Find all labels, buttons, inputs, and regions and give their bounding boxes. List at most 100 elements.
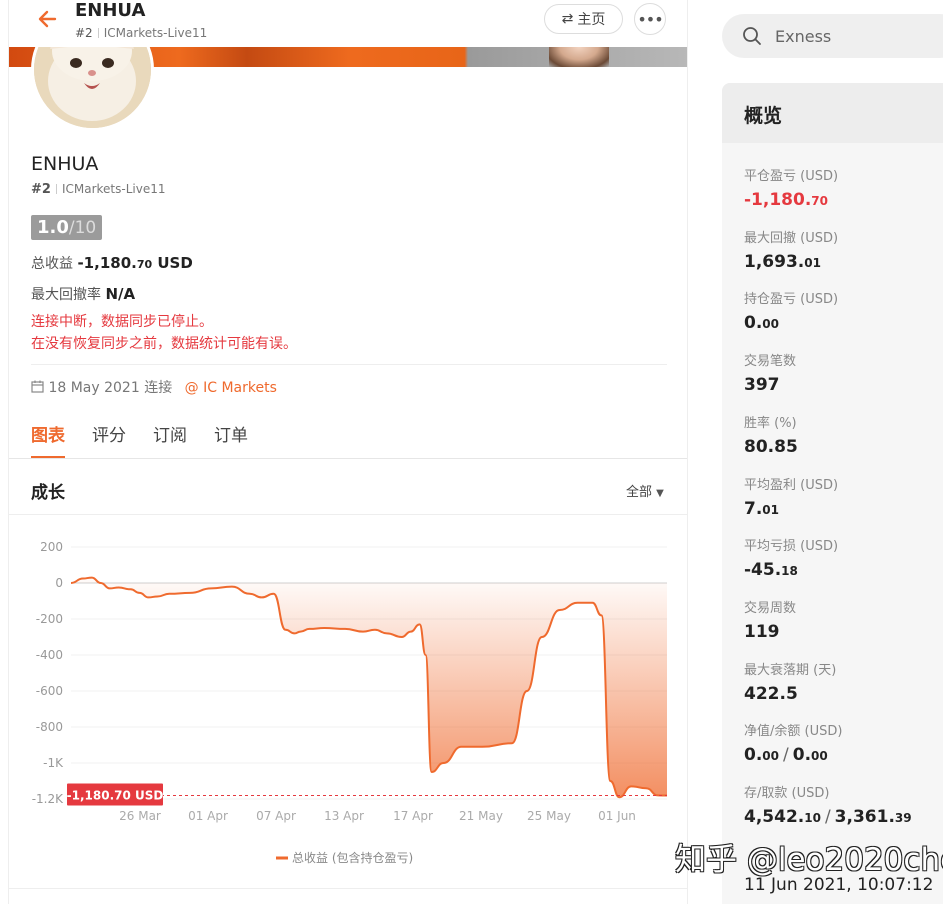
overview-stat: 持仓盈亏 (USD) 0.00 bbox=[744, 288, 838, 333]
stat-value: -45.18 bbox=[744, 560, 798, 581]
max-drawdown-label: 最大回撤率 bbox=[31, 287, 101, 303]
topbar-rank: #2 bbox=[75, 26, 93, 40]
total-return-line: 总收益 -1,180.70 USD bbox=[31, 253, 193, 273]
caret-down-icon: ▼ bbox=[656, 488, 664, 499]
stat-label: 交易周数 bbox=[744, 600, 797, 616]
x-tick-label: 07 Apr bbox=[256, 809, 296, 823]
legend-label: 总收益 (包含持仓盈亏) bbox=[292, 850, 413, 865]
search-icon bbox=[742, 26, 762, 46]
overview-stat: 最大衰落期 (天) 422.5 bbox=[744, 659, 836, 704]
banner-photo bbox=[549, 47, 609, 67]
x-tick-label: 17 Apr bbox=[393, 809, 433, 823]
stat-label: 持仓盈亏 (USD) bbox=[744, 292, 839, 308]
y-tick-label: -400 bbox=[36, 648, 63, 662]
topbar-server: ICMarkets-Live11 bbox=[103, 26, 208, 40]
overview-stat: 平仓盈亏 (USD) -1,180.70 bbox=[744, 165, 838, 210]
time-range-dropdown[interactable]: 全部 ▼ bbox=[626, 481, 664, 500]
stat-value: 80.85 bbox=[744, 436, 798, 457]
growth-section-title: 成长 bbox=[31, 483, 65, 503]
y-tick-label: 200 bbox=[40, 540, 63, 554]
overview-panel: 概览 平仓盈亏 (USD) -1,180.70 最大回撤 (USD) 1,693.01… bbox=[722, 83, 943, 904]
overview-stat: 净值/余额 (USD) 0.00/0.00 bbox=[744, 720, 842, 765]
stat-label: 平均盈利 (USD) bbox=[744, 477, 839, 493]
home-button[interactable]: ⇄ 主页 bbox=[544, 4, 623, 34]
back-arrow-icon[interactable] bbox=[35, 6, 61, 32]
stat-label: 胜率 (%) bbox=[744, 415, 797, 431]
tab-subscribe[interactable]: 订阅 bbox=[153, 421, 187, 459]
total-return-label: 总收益 bbox=[31, 256, 73, 272]
stat-value: 1,693.01 bbox=[744, 251, 821, 272]
overview-title: 概览 bbox=[722, 83, 943, 143]
stat-label: 平仓盈亏 (USD) bbox=[744, 169, 839, 184]
score-max: /10 bbox=[68, 218, 97, 238]
y-tick-label: -800 bbox=[36, 720, 63, 734]
score-badge: 1.0/10 bbox=[31, 215, 103, 240]
more-options-icon[interactable]: ••• bbox=[634, 3, 666, 35]
time-range-value: 全部 bbox=[626, 485, 653, 500]
overview-stat: 平均盈利 (USD) 7.01 bbox=[744, 474, 838, 519]
x-tick-label: 25 May bbox=[527, 809, 571, 823]
overview-stat: 平均亏损 (USD) -45.18 bbox=[744, 535, 838, 580]
max-drawdown-line: 最大回撤率 N/A bbox=[31, 284, 135, 304]
total-return-dec: 70 bbox=[136, 258, 153, 271]
x-tick-label: 26 Mar bbox=[119, 809, 161, 823]
tab-orders[interactable]: 订单 bbox=[214, 421, 248, 459]
broker-link[interactable]: @ IC Markets bbox=[185, 380, 277, 396]
y-tick-label: -1.2K bbox=[32, 792, 64, 806]
tab-chart[interactable]: 图表 bbox=[31, 421, 65, 459]
divider bbox=[97, 28, 99, 38]
connection-info: 18 May 2021 连接 @ IC Markets bbox=[31, 377, 277, 397]
divider bbox=[9, 458, 687, 459]
x-tick-label: 01 Apr bbox=[188, 809, 228, 823]
stat-value: 119 bbox=[744, 621, 780, 642]
y-tick-label: -200 bbox=[36, 612, 63, 626]
series-area bbox=[71, 577, 667, 798]
connected-date: 18 May 2021 连接 bbox=[48, 380, 173, 396]
score-value: 1.0 bbox=[37, 217, 69, 238]
stat-label: 净值/余额 (USD) bbox=[744, 724, 843, 740]
divider bbox=[31, 364, 667, 365]
x-tick-label: 01 Jun bbox=[598, 809, 636, 823]
y-tick-label: -600 bbox=[36, 684, 63, 698]
search-value: Exness bbox=[775, 27, 832, 46]
total-return-value: -1,180.70 USD bbox=[77, 254, 192, 272]
growth-chart: 200 0 -200 -400 -600 -800 -1K -1.2K -1,180.70 US… bbox=[32, 540, 668, 865]
stat-value: 0.00 bbox=[744, 313, 779, 334]
divider bbox=[9, 888, 687, 889]
stat-label: 存/取款 (USD) bbox=[744, 786, 830, 801]
divider bbox=[55, 184, 57, 194]
stat-value: 7.01 bbox=[744, 498, 779, 519]
y-tick-label: -1K bbox=[43, 756, 64, 770]
home-button-label: 主页 bbox=[577, 12, 606, 28]
trader-rank: #2 bbox=[31, 182, 51, 197]
search-input[interactable]: Exness bbox=[722, 14, 943, 58]
stat-value: -1,180.70 bbox=[744, 190, 828, 210]
trader-server: ICMarkets-Live11 bbox=[61, 182, 166, 196]
stat-value: 422.5 bbox=[744, 683, 798, 704]
max-drawdown-value: N/A bbox=[105, 285, 136, 303]
sync-warning-line2: 在没有恢复同步之前，数据统计可能有误。 bbox=[31, 336, 297, 352]
profile-tabs: 图表 评分 订阅 订单 bbox=[31, 421, 248, 459]
x-tick-label: 13 Apr bbox=[324, 809, 364, 823]
stat-label: 交易笔数 bbox=[744, 354, 797, 370]
trader-meta: #2 ICMarkets-Live11 bbox=[31, 182, 165, 197]
stat-label: 最大衰落期 (天) bbox=[744, 662, 837, 678]
stat-value: 397 bbox=[744, 375, 780, 396]
divider bbox=[9, 514, 687, 515]
tab-rating[interactable]: 评分 bbox=[92, 421, 126, 459]
stat-label: 平均亏损 (USD) bbox=[744, 539, 839, 555]
swap-icon: ⇄ bbox=[561, 11, 574, 27]
top-bar: ENHUA #2 ICMarkets-Live11 ⇄ 主页 ••• bbox=[9, 0, 687, 47]
total-return-int: -1,180. bbox=[77, 254, 137, 272]
topbar-trader-name: ENHUA bbox=[75, 0, 146, 21]
last-value-label: -1,180.70 USD bbox=[67, 789, 164, 803]
overview-stat: 胜率 (%) 80.85 bbox=[744, 412, 798, 457]
overview-stat: 交易周数 119 bbox=[744, 597, 796, 642]
watermark: 知乎 @leo2020chen bbox=[675, 842, 943, 878]
overview-stat: 最大回撤 (USD) 1,693.01 bbox=[744, 227, 838, 272]
y-tick-label: 0 bbox=[55, 576, 63, 590]
sync-warning-line1: 连接中断，数据同步已停止。 bbox=[31, 314, 213, 330]
stat-value: 4,542.10/3,361.39 bbox=[744, 807, 912, 827]
overview-stat: 交易笔数 397 bbox=[744, 350, 796, 395]
topbar-trader-meta: #2 ICMarkets-Live11 bbox=[75, 26, 207, 40]
